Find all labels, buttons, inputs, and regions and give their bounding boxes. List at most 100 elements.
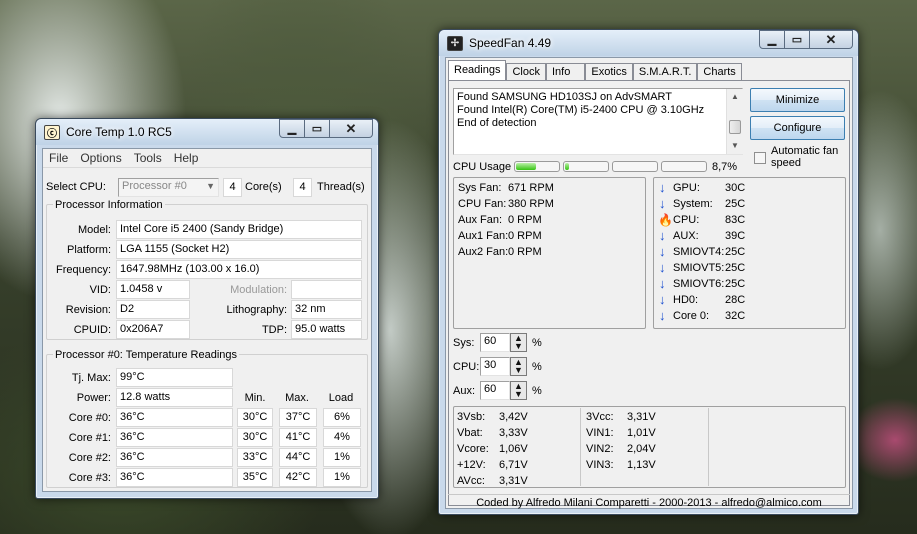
minimize-button[interactable]: Minimize <box>750 88 845 112</box>
voltage-label: VIN3: <box>586 459 614 471</box>
temp-value: 39C <box>725 230 746 242</box>
speed-spinner[interactable]: ▲ ▼ <box>510 333 527 352</box>
coretemp-title: Core Temp 1.0 RC5 <box>66 125 172 139</box>
core-label: Core #2: <box>68 452 111 464</box>
model-value: Intel Core i5 2400 (Sandy Bridge) <box>116 220 362 239</box>
cpuid-value: 0x206A7 <box>116 320 190 339</box>
temperature-title: Processor #0: Temperature Readings <box>53 349 240 361</box>
processor-info-title: Processor Information <box>53 199 165 211</box>
voltage-value: 3,31V <box>499 475 528 487</box>
core-load: 1% <box>323 448 361 467</box>
core-load: 4% <box>323 428 361 447</box>
speedfan-client: Readings Clock Info Exotics S.M.A.R.T. C… <box>445 57 853 509</box>
speed-spinner[interactable]: ▲ ▼ <box>510 381 527 400</box>
scroll-thumb[interactable] <box>729 120 741 134</box>
cores-label: Core(s) <box>245 181 282 193</box>
menu-options[interactable]: Options <box>74 151 127 165</box>
coretemp-maximize-button[interactable]: ▭ <box>305 119 330 138</box>
speedfan-close-button[interactable]: ✕ <box>810 30 853 49</box>
cpu-usage-bar <box>514 161 560 172</box>
fan-value: 0 RPM <box>508 214 542 226</box>
speed-label: Aux: <box>453 385 476 397</box>
temp-value: 83C <box>725 214 746 226</box>
speedfan-icon: ✢ <box>447 36 463 51</box>
speedfan-title: SpeedFan 4.49 <box>469 36 552 50</box>
configure-button[interactable]: Configure <box>750 116 845 140</box>
core-max: 41°C <box>279 428 317 447</box>
threads-label: Thread(s) <box>317 181 365 193</box>
temp-value: 25C <box>725 262 746 274</box>
cores-count: 4 <box>223 178 242 197</box>
cpu-usage-bar <box>563 161 609 172</box>
fan-label: Aux1 Fan: <box>458 230 509 242</box>
power-label: Power: <box>76 392 111 404</box>
coretemp-minimize-button[interactable]: ▁ <box>279 119 305 138</box>
log-scrollbar[interactable]: ▲ ▼ <box>726 89 743 154</box>
speedfan-window[interactable]: ✢ SpeedFan 4.49 ▁ ▭ ✕ Readings Clock Inf… <box>438 29 859 515</box>
voltage-label: 3Vcc: <box>586 411 614 423</box>
coretemp-window[interactable]: ⓒ Core Temp 1.0 RC5 ▁ ▭ ✕ File Options T… <box>35 118 379 499</box>
tab-smart[interactable]: S.M.A.R.T. <box>632 63 698 81</box>
vid-label: VID: <box>89 284 111 296</box>
voltage-label: 3Vsb: <box>457 411 486 423</box>
temp-value: 25C <box>725 246 746 258</box>
auto-fan-checkbox[interactable] <box>754 152 766 164</box>
fan-label: Aux2 Fan: <box>458 246 509 258</box>
arrow-down-icon: ↓ <box>659 292 666 307</box>
core-max: 42°C <box>279 468 317 487</box>
temp-label: HD0: <box>673 294 699 306</box>
core-label: Core #3: <box>68 472 111 484</box>
log-line: Found Intel(R) Core(TM) i5-2400 CPU @ 3.… <box>457 104 705 116</box>
fan-label: CPU Fan: <box>458 198 507 210</box>
voltage-value: 3,33V <box>499 427 528 439</box>
tjmax-label: Tj. Max: <box>71 372 111 384</box>
detection-log[interactable]: Found SAMSUNG HD103SJ on AdvSMART Found … <box>453 88 743 155</box>
core-load: 1% <box>323 468 361 487</box>
scroll-up-icon[interactable]: ▲ <box>727 89 743 105</box>
col-min-header: Min. <box>244 392 266 404</box>
voltage-label: VIN2: <box>586 443 614 455</box>
temp-value: 25C <box>725 198 746 210</box>
speed-spinner[interactable]: ▲ ▼ <box>510 357 527 376</box>
coretemp-client: File Options Tools Help Select CPU: Proc… <box>42 148 372 492</box>
cpu-usage-bar <box>661 161 707 172</box>
power-value: 12.8 watts <box>116 388 233 407</box>
speed-input[interactable]: 60 <box>480 333 510 352</box>
auto-fan-label[interactable]: Automatic fan speed <box>771 145 847 169</box>
speedfan-maximize-button[interactable]: ▭ <box>785 30 810 49</box>
fan-value: 0 RPM <box>508 246 542 258</box>
col-load-header: Load <box>328 392 354 404</box>
tab-exotics[interactable]: Exotics <box>585 63 633 81</box>
voltage-value: 3,31V <box>627 411 656 423</box>
coretemp-menubar: File Options Tools Help <box>43 149 371 168</box>
select-cpu-dropdown[interactable]: Processor #0 ▼ <box>118 178 219 197</box>
voltage-label: Vbat: <box>457 427 483 439</box>
tdp-label: TDP: <box>261 324 287 336</box>
core-temp: 36°C <box>116 468 233 487</box>
tab-info[interactable]: Info <box>546 63 586 81</box>
tab-charts[interactable]: Charts <box>697 63 742 81</box>
coretemp-icon: ⓒ <box>44 125 60 140</box>
scroll-down-icon[interactable]: ▼ <box>727 138 743 154</box>
model-label: Model: <box>77 224 111 236</box>
voltage-value: 1,01V <box>627 427 656 439</box>
speed-input[interactable]: 60 <box>480 381 510 400</box>
core-load: 6% <box>323 408 361 427</box>
temp-label: SMIOVT6: <box>673 278 725 290</box>
voltage-label: Vcore: <box>457 443 489 455</box>
menu-help[interactable]: Help <box>168 151 205 165</box>
temp-value: 25C <box>725 278 746 290</box>
temp-label: GPU: <box>673 182 700 194</box>
core-min: 33°C <box>237 448 273 467</box>
tab-readings[interactable]: Readings <box>448 60 507 81</box>
speedfan-minimize-window-button[interactable]: ▁ <box>759 30 785 49</box>
tab-clock[interactable]: Clock <box>506 63 546 81</box>
platform-label: Platform: <box>66 244 111 256</box>
menu-file[interactable]: File <box>43 151 74 165</box>
speed-input[interactable]: 30 <box>480 357 510 376</box>
coretemp-close-button[interactable]: ✕ <box>330 119 373 138</box>
arrow-down-icon: ↓ <box>659 244 666 259</box>
fan-value: 671 RPM <box>508 182 554 194</box>
arrow-down-icon: ↓ <box>659 180 666 195</box>
menu-tools[interactable]: Tools <box>128 151 168 165</box>
